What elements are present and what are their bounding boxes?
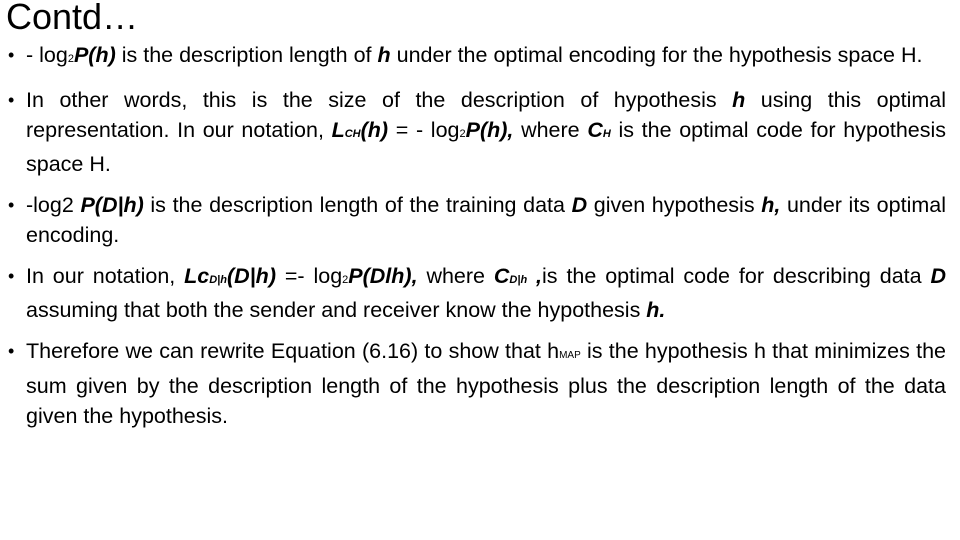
- bullet-text: where: [513, 117, 588, 142]
- math-text: MAP: [559, 349, 581, 361]
- bullet-text: =- log: [275, 263, 343, 288]
- bullet-dot-icon: •: [8, 45, 15, 65]
- math-text: ,: [527, 263, 543, 288]
- math-text: h,: [761, 192, 781, 217]
- math-text: h: [732, 87, 746, 112]
- bullet-item: • Therefore we can rewrite Equation (6.16…: [6, 336, 946, 432]
- math-text: (D|h): [226, 263, 276, 288]
- bullet-text: - log: [26, 43, 68, 67]
- math-text: D|h: [209, 273, 227, 286]
- bullet-item: • -log2 P(D|h) is the description length …: [6, 190, 946, 250]
- bullet-dot-icon: •: [8, 265, 15, 286]
- bullet-text: assuming that both the sender and receiv…: [26, 297, 647, 322]
- bullet-text: = - log: [388, 117, 460, 142]
- math-text: h.: [646, 297, 666, 322]
- bullet-text: In our notation,: [26, 263, 185, 288]
- math-text: D: [571, 192, 588, 217]
- bullet-dot-icon: •: [8, 89, 15, 110]
- math-text: Lc: [184, 263, 210, 288]
- math-text: CH: [344, 127, 361, 140]
- bullet-item: • - log2P(h) is the description length of…: [6, 40, 946, 74]
- math-text: H: [602, 127, 611, 140]
- bullet-text: In other words, this is the size of the …: [26, 87, 733, 112]
- math-text: h: [377, 43, 391, 67]
- math-text: 2: [459, 127, 466, 140]
- bullet-dot-icon: •: [8, 340, 15, 361]
- math-text: 2: [342, 273, 349, 286]
- math-text: 2: [67, 53, 74, 65]
- bullet-item: • In our notation, LcD|h(D|h) =- log2P(Dl…: [6, 261, 946, 325]
- math-text: L: [331, 117, 345, 142]
- math-text: C: [587, 117, 603, 142]
- math-text: P(D|h): [80, 192, 144, 217]
- math-text: P(h): [73, 43, 116, 67]
- math-text: (h): [360, 117, 389, 142]
- bullet-dot-icon: •: [8, 194, 15, 215]
- bullet-text: -log2: [26, 192, 81, 217]
- bullet-text: is the description length of: [115, 43, 378, 67]
- bullet-text: Therefore we can rewrite Equation (6.16)…: [26, 338, 560, 363]
- math-text: P(Dlh),: [348, 263, 418, 288]
- bullet-text: under the optimal encoding for the hypot…: [390, 43, 923, 67]
- bullet-text: where: [417, 263, 494, 288]
- bullet-text: is the description length of the trainin…: [143, 192, 572, 217]
- math-text: P(h),: [465, 117, 514, 142]
- math-text: D: [930, 263, 946, 288]
- slide-title: Contd…: [6, 0, 139, 37]
- math-text: C: [493, 263, 510, 288]
- bullet-text: given hypothesis: [587, 192, 762, 217]
- math-text: D|h: [509, 273, 528, 286]
- bullet-item: • In other words, this is the size of the…: [6, 85, 946, 180]
- bullet-list: • - log2P(h) is the description length of…: [6, 40, 946, 442]
- bullet-text: is the optimal code for describing data: [542, 263, 931, 288]
